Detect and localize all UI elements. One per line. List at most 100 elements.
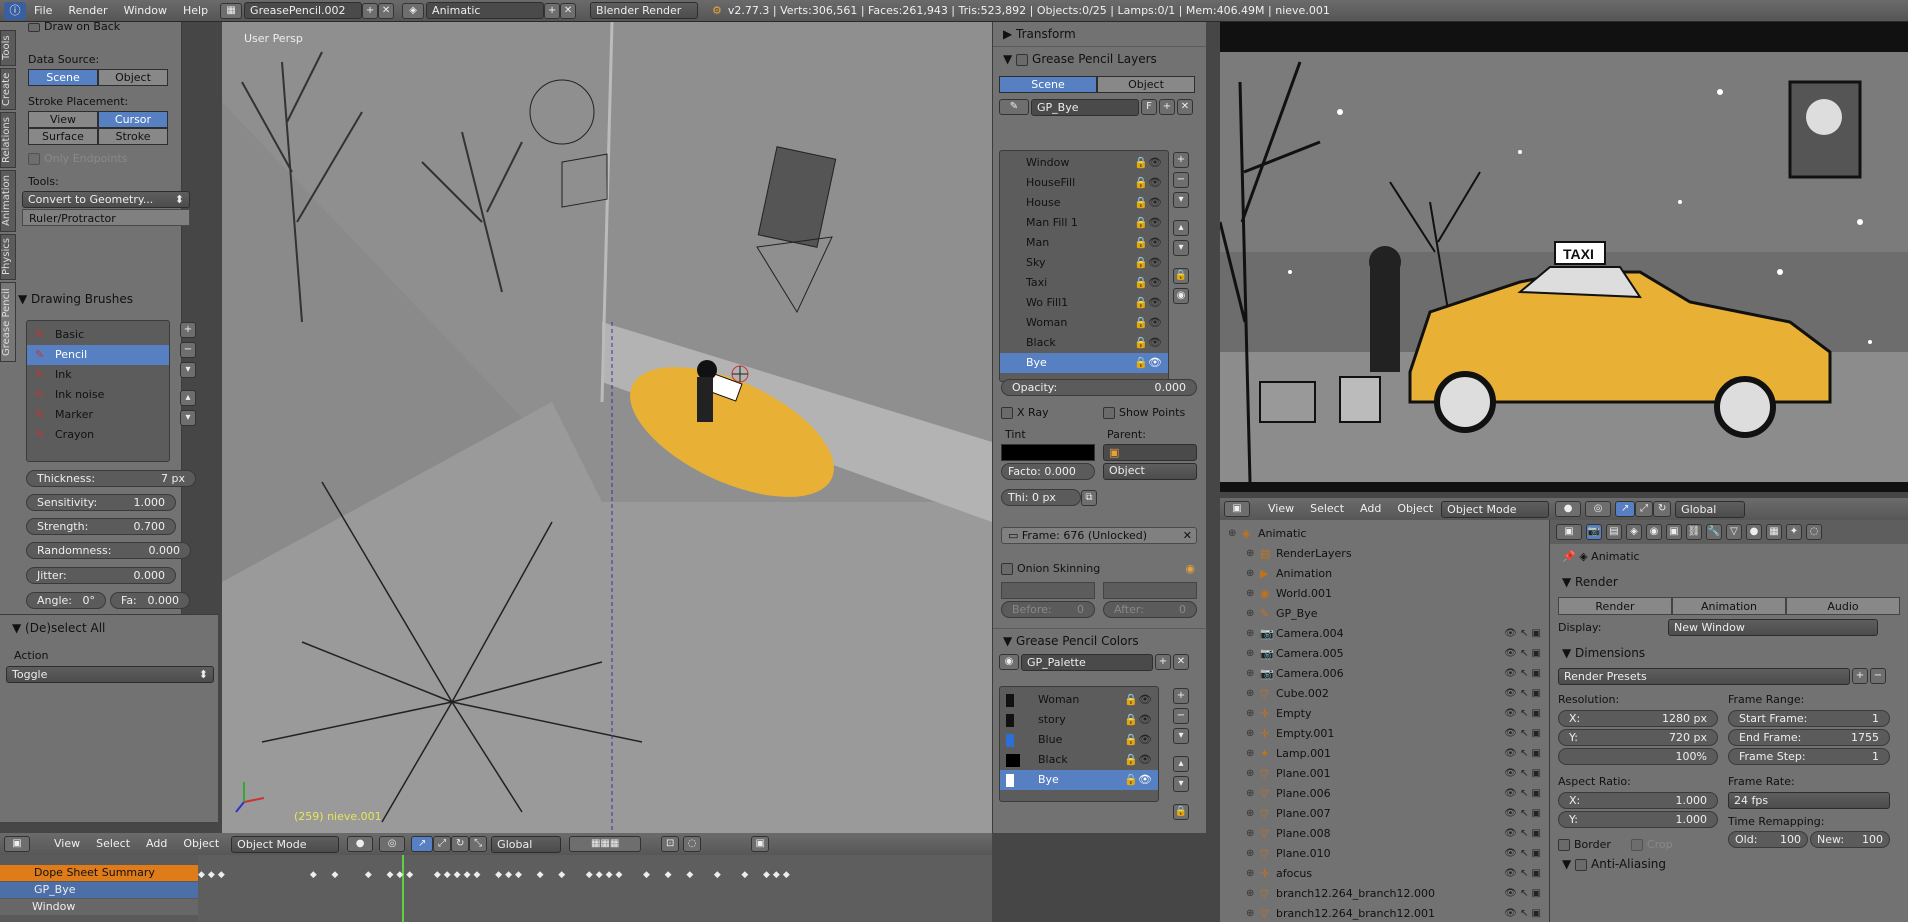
outliner-item[interactable]: ⊕ ▽ Cube.002 👁 ↖ ▣ xyxy=(1220,684,1549,704)
only-endpoints-checkbox[interactable]: Only Endpoints xyxy=(28,152,174,165)
convert-geometry-button[interactable]: Convert to Geometry... ⬍ xyxy=(22,191,190,208)
layer-row[interactable]: Black 🔒👁 xyxy=(1000,333,1168,353)
viewport-menu-select[interactable]: Select xyxy=(88,833,138,855)
blender-logo-icon[interactable]: ⓘ xyxy=(4,1,26,20)
layer-flags-icon[interactable]: 🔒👁 xyxy=(1134,253,1162,273)
strength-field[interactable]: Strength: 0.700 xyxy=(26,518,176,535)
add-screen-button[interactable]: + xyxy=(362,2,379,19)
tint-factor-field[interactable]: Facto: 0.000 xyxy=(1001,463,1095,480)
outliner-mode-select[interactable]: Object Mode xyxy=(1441,500,1550,518)
object-tab-icon[interactable]: ▣ xyxy=(1666,524,1682,540)
angle-field[interactable]: Angle: 0° xyxy=(26,592,106,609)
before-field[interactable]: Before: 0 xyxy=(1001,601,1095,618)
color-flags-icon[interactable]: 🔒👁 xyxy=(1124,730,1152,750)
after-color-swatch[interactable] xyxy=(1103,582,1197,599)
viewport-menu-view[interactable]: View xyxy=(46,833,88,855)
color-row[interactable]: Black 🔒👁 xyxy=(1000,750,1158,770)
show-points-checkbox[interactable]: Show Points xyxy=(1103,406,1185,419)
visibility-restrict-icons[interactable]: 👁 ↖ ▣ xyxy=(1504,864,1541,884)
render-icon[interactable]: ▣ xyxy=(751,836,770,852)
outliner-menu-view[interactable]: View xyxy=(1260,498,1302,520)
outliner-item[interactable]: ⊕ ▽ branch12.264_branch12.001 👁 ↖ ▣ xyxy=(1220,904,1549,922)
visibility-restrict-icons[interactable]: 👁 ↖ ▣ xyxy=(1504,784,1541,804)
sensitivity-field[interactable]: Sensitivity: 1.000 xyxy=(26,494,176,511)
parent-field[interactable]: ▣ xyxy=(1103,444,1197,461)
menu-file[interactable]: File xyxy=(26,0,60,22)
tab-physics[interactable]: Physics xyxy=(0,234,16,280)
dimensions-header[interactable]: ▼ Dimensions xyxy=(1550,640,1908,666)
dopesheet-timeline[interactable]: ◆◆◆ ◆ ◆ ◆ ◆◆◆ ◆◆◆◆◆ ◆◆◆ ◆ ◆ ◆◆◆◆ ◆ ◆ ◆ ◆… xyxy=(198,855,992,922)
layers-icon[interactable]: ▦▦▦ xyxy=(569,836,642,852)
brush-ink[interactable]: ✎ Ink xyxy=(27,365,169,385)
palette-add-button[interactable]: + xyxy=(1155,654,1171,670)
frame-step-field[interactable]: Frame Step: 1 xyxy=(1728,748,1890,765)
visibility-restrict-icons[interactable]: 👁 ↖ ▣ xyxy=(1504,824,1541,844)
layer-down-button[interactable]: ▾ xyxy=(1173,240,1189,256)
particles-tab-icon[interactable]: ✦ xyxy=(1786,524,1802,540)
visibility-restrict-icons[interactable]: 👁 ↖ ▣ xyxy=(1504,684,1541,704)
outliner-item[interactable]: ⊕ ▽ Plane.008 👁 ↖ ▣ xyxy=(1220,824,1549,844)
color-flags-icon[interactable]: 🔒👁 xyxy=(1124,750,1152,770)
color-add-button[interactable]: + xyxy=(1173,688,1189,704)
outliner-item[interactable]: ⊕ ▽ Plane.007 👁 ↖ ▣ xyxy=(1220,804,1549,824)
thickness-reset-icon[interactable]: ⧉ xyxy=(1081,490,1097,506)
drawing-brushes-header[interactable]: ▼ Drawing Brushes xyxy=(18,292,178,306)
ruler-button[interactable]: Ruler/Protractor xyxy=(22,209,190,226)
data-source-scene-button[interactable]: Scene xyxy=(28,69,98,86)
visibility-restrict-icons[interactable]: 👁 ↖ ▣ xyxy=(1504,664,1541,684)
outliner-item[interactable]: ⊕ ✛ Empty.001 👁 ↖ ▣ xyxy=(1220,724,1549,744)
layer-menu-button[interactable]: ▾ xyxy=(1173,192,1189,208)
camera-preview[interactable]: TAXI xyxy=(1220,22,1908,492)
render-tab-icon[interactable]: 📷 xyxy=(1586,524,1602,540)
menu-render[interactable]: Render xyxy=(60,0,115,22)
placement-stroke-button[interactable]: Stroke xyxy=(98,128,168,145)
jitter-field[interactable]: Jitter: 0.000 xyxy=(26,567,176,584)
material-tab-icon[interactable]: ● xyxy=(1746,524,1762,540)
visibility-restrict-icons[interactable]: 👁 ↖ ▣ xyxy=(1504,904,1541,922)
outliner-manipulator-icon[interactable]: ↗ xyxy=(1615,501,1636,517)
outliner-item[interactable]: ⊕ ▽ Plane.001 👁 ↖ ▣ xyxy=(1220,764,1549,784)
res-y-field[interactable]: Y: 720 px xyxy=(1558,729,1718,746)
constraints-tab-icon[interactable]: ⛓ xyxy=(1686,524,1702,540)
outliner-item[interactable]: ⊕ ▤ RenderLayers xyxy=(1220,544,1549,564)
visibility-restrict-icons[interactable]: 👁 ↖ ▣ xyxy=(1504,624,1541,644)
tint-color-swatch[interactable] xyxy=(1001,444,1095,461)
data-source-object-button[interactable]: Object xyxy=(98,69,168,86)
orientation-select[interactable]: Global xyxy=(491,835,562,853)
remap-new-field[interactable]: New: 100 xyxy=(1810,831,1890,848)
layer-flags-icon[interactable]: 🔒👁 xyxy=(1134,213,1162,233)
layer-row[interactable]: Sky 🔒👁 xyxy=(1000,253,1168,273)
xray-checkbox[interactable]: X Ray xyxy=(1001,406,1049,419)
render-header[interactable]: ▼ Render xyxy=(1550,569,1908,595)
opacity-field[interactable]: Opacity: 0.000 xyxy=(1001,379,1197,396)
add-scene-button[interactable]: + xyxy=(544,2,561,19)
outliner-item[interactable]: ⊕ ✎ GP_Bye xyxy=(1220,604,1549,624)
color-menu-button[interactable]: ▾ xyxy=(1173,728,1189,744)
before-color-swatch[interactable] xyxy=(1001,582,1095,599)
visibility-restrict-icons[interactable]: 👁 ↖ ▣ xyxy=(1504,744,1541,764)
expand-icon[interactable]: ⊕ xyxy=(1246,744,1260,764)
manipulator-icon[interactable]: ↗ xyxy=(411,836,434,852)
remove-scene-button[interactable]: ✕ xyxy=(560,2,577,19)
outliner-item[interactable]: ⊕ ▽ branch12.264_branch12.000 👁 ↖ ▣ xyxy=(1220,884,1549,904)
visibility-restrict-icons[interactable]: 👁 ↖ ▣ xyxy=(1504,844,1541,864)
outliner-rotate-icon[interactable]: ↻ xyxy=(1653,501,1672,517)
color-row[interactable]: Blue 🔒👁 xyxy=(1000,730,1158,750)
outliner-item[interactable]: ⊕ ▽ Plane.006 👁 ↖ ▣ xyxy=(1220,784,1549,804)
color-row[interactable]: Woman 🔒👁 xyxy=(1000,690,1158,710)
expand-icon[interactable]: ⊕ xyxy=(1246,844,1260,864)
tab-create[interactable]: Create xyxy=(0,68,16,110)
layer-flags-icon[interactable]: 🔒👁 xyxy=(1134,233,1162,253)
outliner-item[interactable]: ⊕ 📷 Camera.004 👁 ↖ ▣ xyxy=(1220,624,1549,644)
outliner-pivot-icon[interactable]: ◎ xyxy=(1585,501,1612,517)
expand-icon[interactable]: ⊕ xyxy=(1246,604,1260,624)
tab-relations[interactable]: Relations xyxy=(0,112,16,168)
border-checkbox[interactable]: Border xyxy=(1558,838,1611,851)
brush-crayon[interactable]: ✎ Crayon xyxy=(27,425,169,445)
expand-icon[interactable]: ⊕ xyxy=(1246,544,1260,564)
visibility-restrict-icons[interactable]: 👁 ↖ ▣ xyxy=(1504,804,1541,824)
outliner-item[interactable]: ⊕ ✛ Empty 👁 ↖ ▣ xyxy=(1220,704,1549,724)
visibility-restrict-icons[interactable]: 👁 ↖ ▣ xyxy=(1504,644,1541,664)
layer-flags-icon[interactable]: 🔒👁 xyxy=(1134,293,1162,313)
brush-pencil[interactable]: ✎ Pencil xyxy=(27,345,169,365)
